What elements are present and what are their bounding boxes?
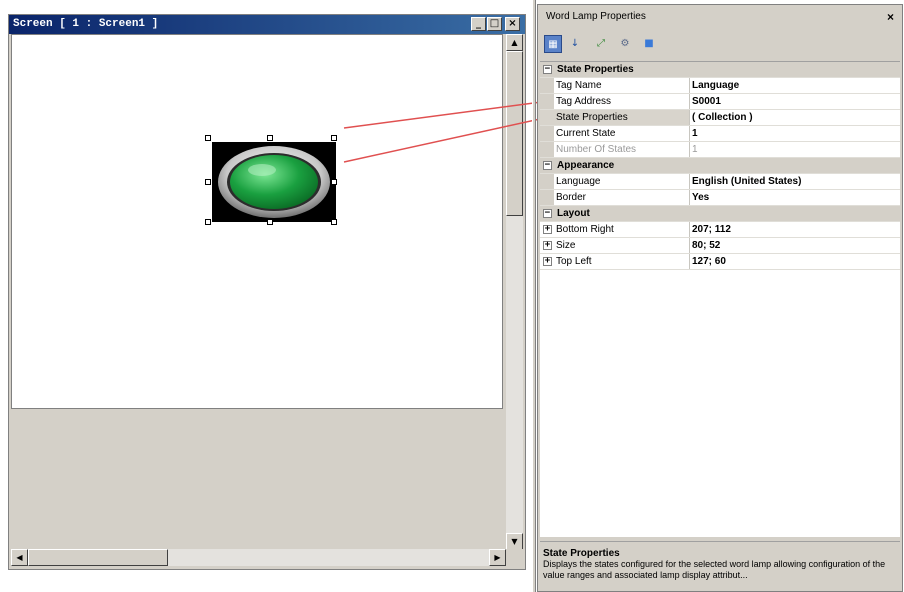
description-title: State Properties: [543, 548, 620, 559]
property-name: Number Of States: [540, 142, 690, 157]
property-name: State Properties: [540, 110, 690, 125]
minimize-button[interactable]: _: [471, 17, 486, 31]
property-name: Bottom Right: [540, 222, 690, 237]
scroll-down-icon[interactable]: ▼: [506, 533, 523, 550]
scroll-left-icon[interactable]: ◀: [11, 549, 28, 566]
screen-titlebar[interactable]: Screen [ 1 : Screen1 ] _ □ ×: [9, 15, 525, 34]
close-icon[interactable]: ×: [887, 5, 894, 29]
category-label: Layout: [557, 208, 590, 219]
screen-window: Screen [ 1 : Screen1 ] _ □ × ▲ ▼ ◀ ▶: [8, 14, 526, 570]
category-label: Appearance: [557, 160, 615, 171]
horizontal-scrollbar[interactable]: ◀ ▶: [11, 549, 506, 566]
resize-handle[interactable]: [267, 219, 273, 225]
properties-panel: Word Lamp Properties × ▦ ↓ ⤢ ⚙ ■ − State…: [537, 4, 903, 592]
close-button[interactable]: ×: [505, 17, 520, 31]
alphabetical-icon[interactable]: ↓: [566, 35, 584, 53]
property-row[interactable]: Language English (United States): [540, 174, 900, 190]
lamp-icon: [218, 146, 330, 218]
property-row[interactable]: Current State 1: [540, 126, 900, 142]
property-value[interactable]: S0001: [692, 94, 721, 109]
scroll-right-icon[interactable]: ▶: [489, 549, 506, 566]
property-value[interactable]: Yes: [692, 190, 709, 205]
property-value[interactable]: 207; 112: [692, 222, 731, 237]
properties-title: Word Lamp Properties: [546, 11, 646, 22]
property-row-selected[interactable]: State Properties ( Collection ): [540, 110, 900, 126]
property-value[interactable]: ( Collection ): [692, 110, 753, 125]
collapse-icon[interactable]: −: [543, 65, 552, 74]
category-appearance[interactable]: − Appearance: [540, 158, 900, 174]
property-value[interactable]: 80; 52: [692, 238, 720, 253]
resize-handle[interactable]: [205, 135, 211, 141]
properties-toolbar: ▦ ↓ ⤢ ⚙ ■: [542, 33, 898, 57]
property-name: Language: [540, 174, 690, 189]
property-description: State Properties Displays the states con…: [540, 541, 900, 589]
horizontal-scroll-thumb[interactable]: [28, 549, 168, 566]
property-name: Top Left: [540, 254, 690, 269]
property-grid: − State Properties Tag Name Language Tag…: [540, 61, 900, 537]
maximize-button[interactable]: □: [487, 17, 502, 31]
property-row[interactable]: + Top Left 127; 60: [540, 254, 900, 270]
screen-background-area: [11, 409, 503, 549]
resize-handle[interactable]: [331, 179, 337, 185]
category-label: State Properties: [557, 64, 634, 75]
resize-handle[interactable]: [205, 179, 211, 185]
word-lamp-widget[interactable]: [212, 142, 336, 222]
property-pages-icon[interactable]: ⚙: [616, 35, 634, 53]
property-value[interactable]: English (United States): [692, 174, 801, 189]
splitter[interactable]: [532, 0, 536, 592]
properties-header: Word Lamp Properties ×: [538, 5, 902, 29]
vertical-scroll-thumb[interactable]: [506, 51, 523, 216]
property-name: Current State: [540, 126, 690, 141]
property-value[interactable]: 1: [692, 126, 698, 141]
property-row[interactable]: + Bottom Right 207; 112: [540, 222, 900, 238]
resize-handle[interactable]: [331, 135, 337, 141]
property-value[interactable]: 127; 60: [692, 254, 726, 269]
resize-handle[interactable]: [267, 135, 273, 141]
collapse-icon[interactable]: −: [543, 209, 552, 218]
property-value: 1: [692, 144, 698, 155]
collapse-icon[interactable]: −: [543, 161, 552, 170]
expand-icon[interactable]: ⤢: [592, 35, 610, 53]
property-row[interactable]: Border Yes: [540, 190, 900, 206]
screen-canvas[interactable]: [11, 34, 503, 409]
vertical-scrollbar[interactable]: ▲ ▼: [506, 34, 523, 550]
category-state-properties[interactable]: − State Properties: [540, 62, 900, 78]
category-layout[interactable]: − Layout: [540, 206, 900, 222]
resize-handle[interactable]: [331, 219, 337, 225]
property-row-disabled: Number Of States 1: [540, 142, 900, 158]
property-value[interactable]: Language: [692, 78, 739, 93]
screen-title: Screen [ 1 : Screen1 ]: [13, 18, 159, 30]
property-row[interactable]: + Size 80; 52: [540, 238, 900, 254]
description-text: Displays the states configured for the s…: [543, 559, 886, 580]
resize-handle[interactable]: [205, 219, 211, 225]
property-name: Tag Name: [540, 78, 690, 93]
property-name: Size: [540, 238, 690, 253]
property-name: Tag Address: [540, 94, 690, 109]
property-row[interactable]: Tag Address S0001: [540, 94, 900, 110]
property-row[interactable]: Tag Name Language: [540, 78, 900, 94]
scroll-up-icon[interactable]: ▲: [506, 34, 523, 51]
size-grip-icon[interactable]: [506, 549, 523, 566]
property-name: Border: [540, 190, 690, 205]
categorized-icon[interactable]: ▦: [544, 35, 562, 53]
events-icon[interactable]: ■: [640, 35, 658, 53]
